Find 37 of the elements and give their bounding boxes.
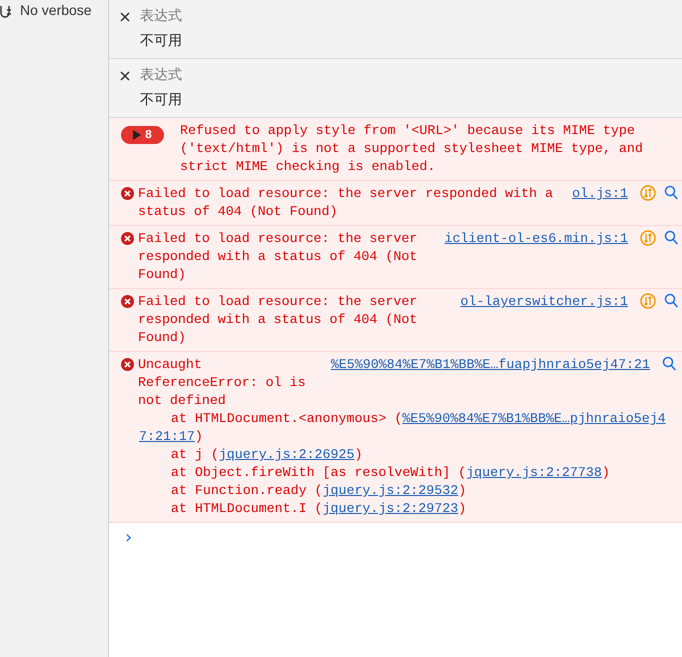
stack-frame: at HTMLDocument.I (jquery.js:2:29723) bbox=[139, 500, 682, 518]
message-text: Failed to load resource: the server responded with a status of 404 (Not Found) bbox=[138, 230, 418, 284]
error-icon bbox=[121, 232, 134, 245]
source-link[interactable]: %E5%90%84%E7%B1%BB%E…fuapjhnraio5ej47:21 bbox=[330, 356, 650, 374]
source-link[interactable]: jquery.js:2:29532 bbox=[322, 483, 458, 498]
expression-value: 不可用 bbox=[140, 32, 183, 51]
message-text: Refused to apply style from '<URL>' because its MIME type ('text/html') is not a supported stylesheet MIME type, and strict MIME checking is enabled. bbox=[180, 122, 644, 176]
search-icon[interactable] bbox=[662, 356, 676, 371]
source-link[interactable]: jquery.js:2:26925 bbox=[218, 447, 354, 462]
level-icon bbox=[0, 4, 12, 19]
source-link[interactable]: %E5%90%84%E7%B1%BB%E…pjhnraio5ej4 bbox=[402, 411, 666, 426]
source-link[interactable]: ol.js:1 bbox=[572, 185, 628, 203]
stack-frame: at Function.ready (jquery.js:2:29532) bbox=[139, 482, 682, 500]
error-icon bbox=[121, 295, 134, 308]
log-level-label[interactable]: No verbose bbox=[20, 0, 92, 21]
search-icon[interactable] bbox=[664, 185, 678, 200]
expression-value: 不可用 bbox=[140, 91, 183, 110]
stack-frame: at j (jquery.js:2:26925) bbox=[139, 446, 682, 464]
stack-frame: at HTMLDocument.<anonymous> (%E5%90%84%E7%B1%BB%E…pjhnraio5ej4 7:21:17) bbox=[139, 410, 682, 446]
console-prompt[interactable]: › bbox=[109, 523, 682, 547]
source-link[interactable]: 7:21:17 bbox=[139, 429, 195, 444]
close-icon[interactable] bbox=[118, 68, 132, 82]
source-link[interactable]: iclient-ol-es6.min.js:1 bbox=[444, 230, 628, 248]
stack-frame: at Object.fireWith [as resolveWith] (jquery.js:2:27738) bbox=[139, 464, 682, 482]
close-icon[interactable] bbox=[118, 10, 132, 24]
source-link[interactable]: jquery.js:2:27738 bbox=[466, 465, 602, 480]
search-icon[interactable] bbox=[664, 230, 678, 245]
source-link[interactable]: jquery.js:2:29723 bbox=[322, 501, 458, 516]
message-text: Failed to load resource: the server responded with a status of 404 (Not Found) bbox=[138, 185, 554, 221]
group-count-badge[interactable]: 8 bbox=[121, 126, 164, 144]
error-icon bbox=[121, 358, 134, 371]
search-icon[interactable] bbox=[664, 293, 678, 308]
source-link[interactable]: ol-layerswitcher.js:1 bbox=[460, 293, 628, 311]
error-icon bbox=[121, 187, 134, 200]
expression-label: 表达式 bbox=[140, 7, 182, 26]
message-text: Failed to load resource: the server responded with a status of 404 (Not Found) bbox=[138, 293, 418, 347]
expression-label: 表达式 bbox=[140, 66, 182, 85]
